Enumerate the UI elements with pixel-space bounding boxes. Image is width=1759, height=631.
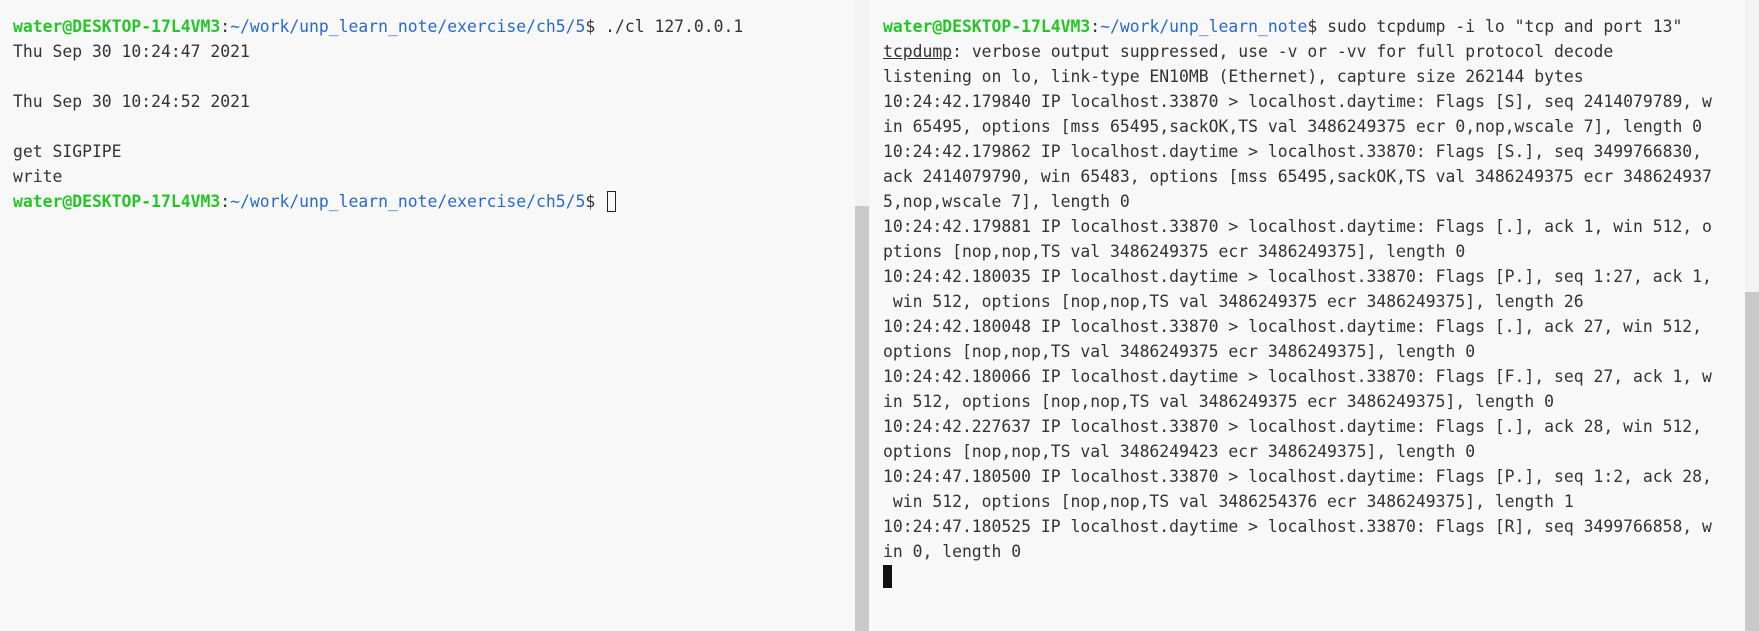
output-line: 10:24:42.180035 IP localhost.daytime > l…	[883, 267, 1712, 286]
output-line: Thu Sep 30 10:24:52 2021	[13, 92, 250, 111]
prompt-path: ~/work/unp_learn_note/exercise/ch5/5	[230, 192, 586, 211]
output-line: 10:24:47.180525 IP localhost.daytime > l…	[883, 517, 1712, 536]
output-line: 10:24:42.179881 IP localhost.33870 > loc…	[883, 217, 1712, 236]
text-cursor	[883, 565, 892, 588]
right-scrollbar-thumb[interactable]	[1745, 292, 1759, 631]
output-line: 5,nop,wscale 7], length 0	[883, 192, 1130, 211]
output-line: 10:24:47.180500 IP localhost.33870 > loc…	[883, 467, 1712, 486]
prompt-path: ~/work/unp_learn_note	[1100, 17, 1308, 36]
tcpdump-notice-line: tcpdump: verbose output suppressed, use …	[883, 42, 1614, 61]
output-line: win 512, options [nop,nop,TS val 3486249…	[883, 292, 1584, 311]
output-line: write	[13, 167, 63, 186]
right-scrollbar[interactable]	[1745, 0, 1759, 631]
cursor-line	[883, 564, 1759, 589]
left-prompt-line: water@DESKTOP-17L4VM3:~/work/unp_learn_n…	[13, 189, 855, 214]
output-line: win 512, options [nop,nop,TS val 3486254…	[883, 492, 1574, 511]
output-line: options [nop,nop,TS val 3486249423 ecr 3…	[883, 442, 1476, 461]
left-scrollbar-thumb[interactable]	[855, 206, 869, 631]
prompt-user: water@DESKTOP-17L4VM3	[883, 17, 1091, 36]
output-line: 10:24:42.180048 IP localhost.33870 > loc…	[883, 317, 1703, 336]
terminal-split-view: water@DESKTOP-17L4VM3:~/work/unp_learn_n…	[0, 0, 1759, 631]
output-line: get SIGPIPE	[13, 142, 122, 161]
output-line: in 512, options [nop,nop,TS val 34862493…	[883, 392, 1555, 411]
output-line: listening on lo, link-type EN10MB (Ether…	[883, 67, 1584, 86]
output-line: in 0, length 0	[883, 542, 1022, 561]
left-command-line: water@DESKTOP-17L4VM3:~/work/unp_learn_n…	[13, 17, 744, 36]
left-terminal-pane[interactable]: water@DESKTOP-17L4VM3:~/work/unp_learn_n…	[0, 0, 855, 631]
text-cursor	[607, 191, 617, 212]
prompt-path: ~/work/unp_learn_note/exercise/ch5/5	[230, 17, 586, 36]
output-line: 10:24:42.179840 IP localhost.33870 > loc…	[883, 92, 1712, 111]
output-line: in 65495, options [mss 65495,sackOK,TS v…	[883, 117, 1703, 136]
right-terminal-pane[interactable]: water@DESKTOP-17L4VM3:~/work/unp_learn_n…	[869, 0, 1759, 631]
left-scrollbar[interactable]	[855, 0, 869, 631]
prompt-user: water@DESKTOP-17L4VM3	[13, 17, 221, 36]
prompt-user: water@DESKTOP-17L4VM3	[13, 192, 221, 211]
output-line: 10:24:42.180066 IP localhost.daytime > l…	[883, 367, 1712, 386]
command-text: ./cl 127.0.0.1	[605, 17, 744, 36]
output-line: ack 2414079790, win 65483, options [mss …	[883, 167, 1712, 186]
output-line: Thu Sep 30 10:24:47 2021	[13, 42, 250, 61]
right-command-line: water@DESKTOP-17L4VM3:~/work/unp_learn_n…	[883, 17, 1683, 36]
command-text: sudo tcpdump -i lo "tcp and port 13"	[1327, 17, 1683, 36]
output-line: 10:24:42.179862 IP localhost.daytime > l…	[883, 142, 1703, 161]
output-line: ptions [nop,nop,TS val 3486249375 ecr 34…	[883, 242, 1466, 261]
output-line: 10:24:42.227637 IP localhost.33870 > loc…	[883, 417, 1703, 436]
output-line: options [nop,nop,TS val 3486249375 ecr 3…	[883, 342, 1476, 361]
